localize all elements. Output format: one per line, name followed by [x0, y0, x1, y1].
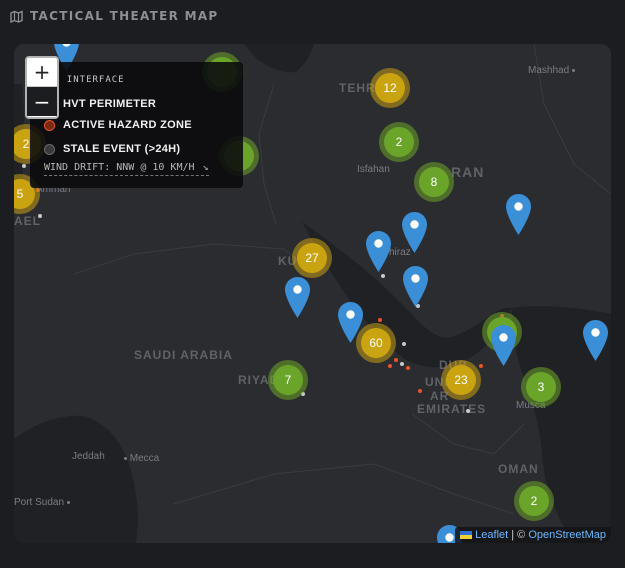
location-pin-icon[interactable]	[338, 302, 363, 343]
map-icon	[10, 9, 23, 23]
place-israel: AEL	[14, 214, 41, 228]
cluster-marker[interactable]: 23	[441, 360, 481, 400]
cluster-marker[interactable]: 2	[379, 122, 419, 162]
legend-swatch-stale	[44, 143, 55, 155]
incident-dot[interactable]	[418, 389, 422, 393]
location-pin-icon[interactable]	[506, 194, 531, 235]
location-pin-icon[interactable]	[285, 277, 310, 318]
incident-dot[interactable]	[402, 342, 406, 346]
incident-dot[interactable]	[406, 366, 410, 370]
cluster-marker[interactable]: 27	[292, 238, 332, 278]
legend-item-hazard: ACTIVE HAZARD ZONE	[44, 119, 192, 131]
incident-dot[interactable]	[466, 409, 470, 413]
place-saudi-arabia: SAUDI ARABIA	[134, 348, 233, 362]
cluster-count: 8	[419, 167, 449, 197]
tactical-map-panel: TACTICAL THEATER MAP Mashhad TEHR Isfaha…	[0, 0, 625, 568]
legend-title: P INTERFACE	[54, 75, 125, 85]
legend-swatch-hazard	[44, 119, 55, 131]
place-isfahan: Isfahan	[357, 164, 390, 175]
incident-dot[interactable]	[394, 358, 398, 362]
incident-dot[interactable]	[400, 362, 404, 366]
cluster-count: 60	[361, 328, 391, 358]
location-pin-icon[interactable]	[403, 266, 428, 307]
legend-item-hvt: HVT PERIMETER	[44, 98, 156, 110]
zoom-control: + −	[25, 56, 59, 119]
cluster-count: 2	[384, 127, 414, 157]
incident-dot[interactable]	[378, 318, 382, 322]
map-legend: P INTERFACE HVT PERIMETER ACTIVE HAZARD …	[30, 62, 243, 188]
place-iran: RAN	[451, 164, 485, 180]
legend-item-stale: STALE EVENT (>24H)	[44, 143, 180, 155]
osm-link[interactable]: OpenStreetMap	[528, 529, 606, 541]
cluster-count: 3	[526, 372, 556, 402]
incident-dot[interactable]	[381, 274, 385, 278]
place-oman: OMAN	[498, 462, 539, 476]
incident-dot[interactable]	[388, 364, 392, 368]
zoom-in-button[interactable]: +	[27, 58, 57, 87]
panel-title: TACTICAL THEATER MAP	[30, 9, 219, 23]
cluster-count: 2	[519, 486, 549, 516]
map-attribution: Leaflet | © OpenStreetMap	[455, 527, 611, 543]
place-mecca: Mecca	[124, 453, 159, 464]
incident-dot[interactable]	[38, 214, 42, 218]
arrow-down-right-icon: ↘	[202, 162, 209, 173]
cluster-count: 7	[273, 365, 303, 395]
location-pin-icon[interactable]	[583, 320, 608, 361]
incident-dot[interactable]	[479, 364, 483, 368]
place-uae-3: EMIRATES	[417, 402, 487, 416]
ukraine-flag-icon	[460, 531, 473, 540]
cluster-marker[interactable]: 7	[268, 360, 308, 400]
cluster-marker[interactable]: 2	[514, 481, 554, 521]
place-jeddah: Jeddah	[72, 451, 105, 462]
location-pin-icon[interactable]	[402, 212, 427, 253]
location-pin-icon[interactable]	[491, 325, 516, 366]
place-port-sudan: Port Sudan	[14, 497, 70, 508]
cluster-count: 12	[375, 73, 405, 103]
location-pin-icon[interactable]	[366, 231, 391, 272]
leaflet-link[interactable]: Leaflet	[475, 529, 508, 541]
cluster-marker[interactable]: 8	[414, 162, 454, 202]
cluster-count: 27	[297, 243, 327, 273]
place-mashhad: Mashhad	[528, 65, 575, 76]
incident-dot[interactable]	[22, 164, 26, 168]
cluster-count: 23	[446, 365, 476, 395]
wind-drift: WIND DRIFT: NNW @ 10 KM/H ↘	[44, 162, 209, 176]
cluster-marker[interactable]: 3	[521, 367, 561, 407]
cluster-marker[interactable]: 12	[370, 68, 410, 108]
panel-header: TACTICAL THEATER MAP	[10, 7, 219, 25]
zoom-out-button[interactable]: −	[27, 87, 57, 116]
